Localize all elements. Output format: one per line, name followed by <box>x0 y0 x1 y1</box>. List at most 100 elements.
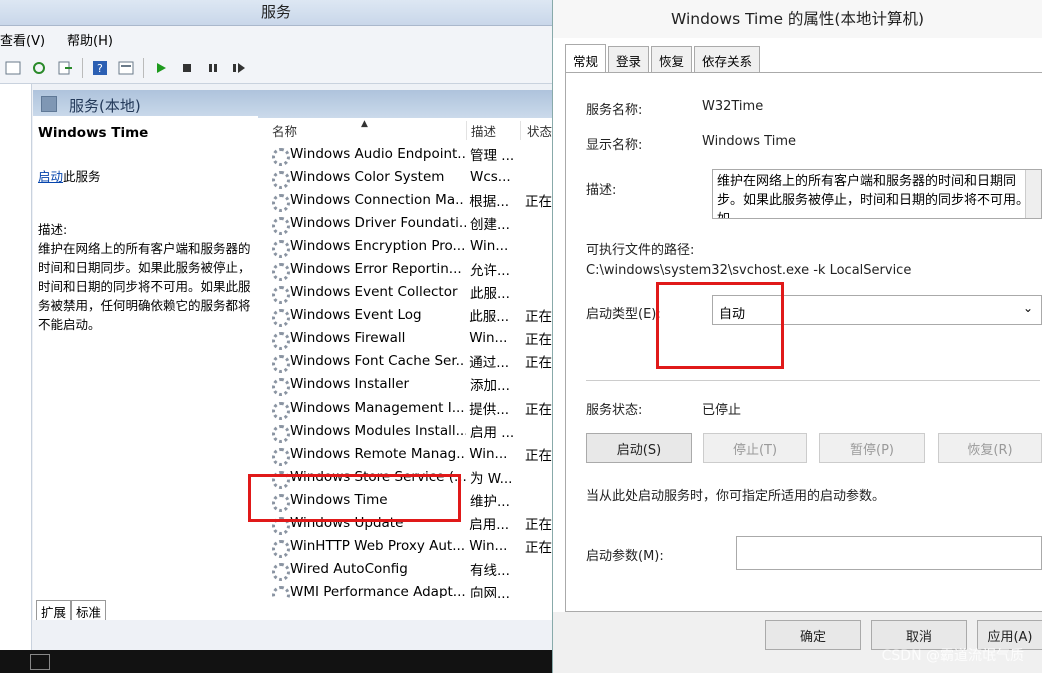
dialog-title: Windows Time 的属性(本地计算机) <box>553 0 1042 38</box>
table-row[interactable]: Windows Color System Wcs... <box>266 165 552 189</box>
gear-icon <box>270 146 290 166</box>
properties-dialog: Windows Time 的属性(本地计算机) 常规 登录 恢复 依存关系 服务… <box>552 0 1042 673</box>
service-status-cell: 正在 <box>525 540 552 557</box>
table-row[interactable]: Windows Store Service (... 为 W... <box>266 465 552 489</box>
service-name-cell: Windows Installer <box>290 376 410 393</box>
services-icon <box>41 96 57 112</box>
service-name-cell: Windows Remote Manag... <box>289 445 466 462</box>
service-name-cell: Windows Driver Foundati... <box>290 214 466 231</box>
table-row[interactable]: Windows Driver Foundati... 创建... <box>266 211 552 235</box>
table-row[interactable]: Windows Modules Install... 启用 ... <box>266 419 552 443</box>
chevron-down-icon: ⌄ <box>1022 301 1033 315</box>
tab-dependencies[interactable]: 依存关系 <box>694 46 761 74</box>
table-row[interactable]: Windows Firewall Win... 正在 <box>266 327 552 351</box>
table-row[interactable]: Windows Time 维护... <box>266 488 552 512</box>
table-row[interactable]: Windows Installer 添加... <box>266 373 552 397</box>
menu-view[interactable]: 查看(V) <box>0 30 45 49</box>
service-name-cell: Windows Error Reportin... <box>290 261 462 278</box>
list-header: ▲ 名称 描述 状态 <box>266 118 552 142</box>
table-row[interactable]: Wired AutoConfig 有线... <box>266 558 552 582</box>
gear-icon <box>270 261 290 282</box>
play-icon[interactable] <box>151 58 171 78</box>
service-desc-cell: 维护... <box>470 493 510 510</box>
description-scrollbar[interactable] <box>1025 170 1041 218</box>
start-params-label: 启动参数(M): <box>586 549 664 564</box>
table-row[interactable]: Windows Remote Manag... Win... 正在 <box>266 442 552 466</box>
dialog-description-label: 描述: <box>586 183 617 198</box>
tab-logon[interactable]: 登录 <box>608 46 650 74</box>
display-name-value: Windows Time <box>702 134 796 149</box>
table-row[interactable]: Windows Connection Ma... 根据... 正在 <box>266 188 552 212</box>
pause-button[interactable]: 暂停(P) <box>819 433 925 463</box>
gear-icon <box>270 561 290 582</box>
dialog-description-box[interactable]: 维护在网络上的所有客户端和服务器的时间和日期同步。如果此服务被停止，时间和日期的… <box>712 169 1042 219</box>
restart-icon[interactable] <box>229 58 249 78</box>
table-row[interactable]: Windows Update 启用... 正在 <box>266 512 552 536</box>
toolbar-separator <box>143 57 144 78</box>
service-name-cell: Windows Audio Endpoint... <box>290 145 466 162</box>
tab-recovery[interactable]: 恢复 <box>651 46 693 74</box>
startup-type-value: 自动 <box>719 307 746 322</box>
export-icon[interactable] <box>55 58 75 78</box>
selected-service-name: Windows Time <box>38 125 149 141</box>
pause-icon[interactable] <box>203 58 223 78</box>
view-icon[interactable] <box>3 58 23 78</box>
startup-type-label: 启动类型(E): <box>586 307 661 322</box>
help-icon[interactable]: ? <box>90 58 110 78</box>
services-window: 服务 查看(V) 帮助(H) ? 服务(本地) Windows Time 启动此… <box>0 0 552 673</box>
service-status-value: 已停止 <box>702 403 742 418</box>
view-tabs: 扩展 标准 <box>36 600 107 620</box>
list-rows: Windows Audio Endpoint... 管理 ... Windows C… <box>266 142 552 598</box>
column-status[interactable]: 状态 <box>519 120 552 140</box>
panel-title: 服务(本地) <box>69 97 141 115</box>
start-service-link[interactable]: 启动 <box>38 169 63 184</box>
tab-standard[interactable]: 标准 <box>71 600 107 620</box>
service-desc-cell: 向网... <box>470 586 510 598</box>
start-button[interactable]: 启动(S) <box>586 433 692 463</box>
service-desc-cell: 提供... <box>469 401 510 418</box>
service-name-cell: Windows Firewall <box>289 330 406 347</box>
server-manager-icon[interactable] <box>30 654 50 670</box>
tab-general[interactable]: 常规 <box>565 44 607 74</box>
table-row[interactable]: Windows Management I... 提供... 正在 <box>266 396 552 420</box>
table-row[interactable]: Windows Event Log 此服... 正在 <box>266 304 552 328</box>
column-description[interactable]: 描述 <box>465 120 520 140</box>
gear-icon <box>270 469 290 489</box>
gear-icon <box>270 538 290 559</box>
table-row[interactable]: WinHTTP Web Proxy Aut... Win... 正在 <box>266 535 552 559</box>
tab-extended[interactable]: 扩展 <box>36 600 72 620</box>
table-row[interactable]: Windows Encryption Pro... Win... <box>266 234 552 258</box>
menu-help[interactable]: 帮助(H) <box>67 30 113 49</box>
service-status-label: 服务状态: <box>586 403 643 418</box>
startup-type-select[interactable]: 自动 ⌄ <box>712 295 1042 325</box>
panel-header: 服务(本地) <box>33 90 552 118</box>
path-value: C:\windows\system32\svchost.exe -k Local… <box>586 263 912 278</box>
gear-icon <box>270 284 290 305</box>
service-name-cell: Wired AutoConfig <box>290 561 408 578</box>
service-desc-cell: 有线... <box>470 563 510 580</box>
gear-icon <box>270 169 290 189</box>
table-row[interactable]: Windows Font Cache Ser... 通过... 正在 <box>266 350 552 374</box>
service-desc-cell: Wcs... <box>470 168 511 185</box>
service-name-cell: Windows Modules Install... <box>290 422 466 439</box>
service-desc-cell: 此服... <box>469 309 510 326</box>
toolbar-separator <box>82 57 83 78</box>
service-status-cell: 正在 <box>525 447 552 464</box>
properties-icon[interactable] <box>116 58 136 78</box>
table-row[interactable]: WMI Performance Adapt... 向网... <box>266 581 552 598</box>
table-row[interactable]: Windows Audio Endpoint... 管理 ... <box>266 142 552 166</box>
stop-button[interactable]: 停止(T) <box>703 433 807 463</box>
table-row[interactable]: Windows Event Collector 此服... <box>266 281 552 305</box>
service-description: 维护在网络上的所有客户端和服务器的时间和日期同步。如果此服务被停止，时间和日期的… <box>38 241 251 332</box>
service-name-cell: WMI Performance Adapt... <box>290 584 466 598</box>
table-row[interactable]: Windows Error Reportin... 允许... <box>266 257 552 282</box>
ok-button[interactable]: 确定 <box>765 620 861 650</box>
refresh-icon[interactable] <box>29 58 49 78</box>
path-label: 可执行文件的路径: <box>586 243 695 258</box>
start-params-input[interactable] <box>736 536 1042 570</box>
service-desc-cell: Win... <box>469 538 508 555</box>
resume-button[interactable]: 恢复(R) <box>938 433 1042 463</box>
stop-icon[interactable] <box>177 58 197 78</box>
service-desc-cell: 允许... <box>470 263 510 280</box>
service-name-cell: Windows Time <box>290 491 466 508</box>
